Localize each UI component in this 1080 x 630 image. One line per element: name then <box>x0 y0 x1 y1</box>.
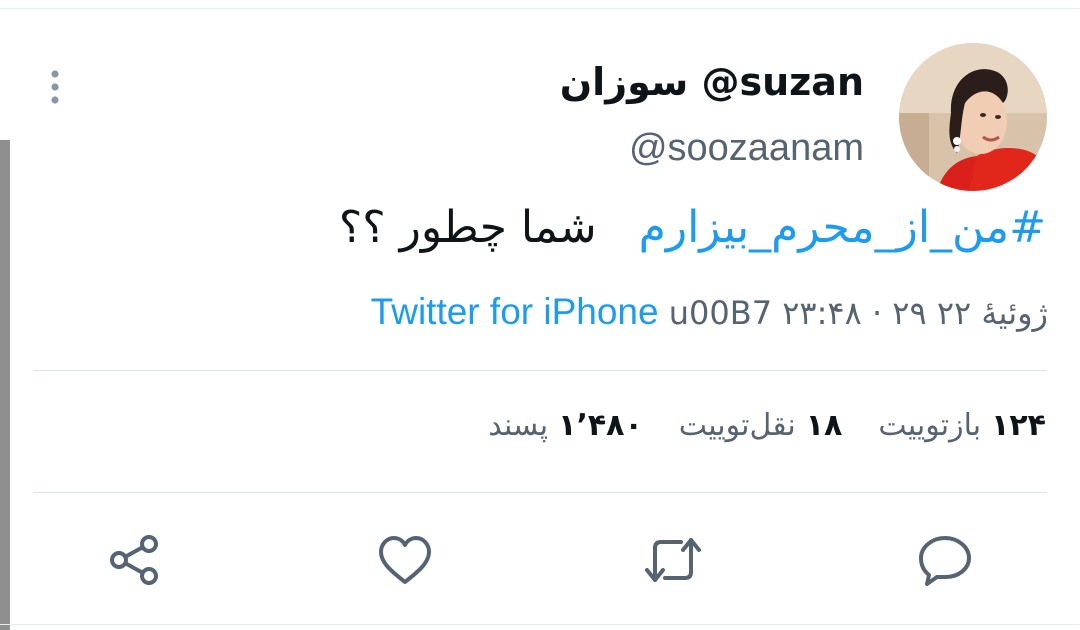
share-button[interactable] <box>105 530 165 590</box>
bottom-border <box>0 624 1080 625</box>
more-options-button[interactable] <box>46 70 64 106</box>
retweets-stat[interactable]: ۱۲۴ بازتوییت <box>878 408 1046 443</box>
separator-text: u00B7 <box>668 294 773 332</box>
reply-button[interactable] <box>915 530 975 590</box>
heart-icon <box>379 536 431 584</box>
avatar-image <box>899 43 1047 191</box>
likes-label: پسند <box>488 408 549 443</box>
tweet-body: شما چطور ؟؟ <box>339 202 625 253</box>
tweet-stats: ۱۲۴ بازتوییت ۱۸ نقل‌توییت ۱٬۴۸۰ پسند <box>488 408 1046 443</box>
reply-icon <box>919 536 971 586</box>
top-border <box>0 8 1080 9</box>
share-icon <box>110 535 158 585</box>
likes-stat[interactable]: ۱٬۴۸۰ پسند <box>488 408 643 443</box>
tweet-timestamp[interactable]: ۲۳:۴۸ · ۲۹ ژوئیهٔ ۲۲ <box>782 294 1048 332</box>
quotes-count: ۱۸ <box>805 408 843 443</box>
like-button[interactable] <box>375 530 435 590</box>
tweet-source-link[interactable]: Twitter for iPhone <box>371 291 659 332</box>
tweet-meta: Twitter for iPhone u00B7 ۲۳:۴۸ · ۲۹ ژوئی… <box>371 290 1048 334</box>
quotes-stat[interactable]: ۱۸ نقل‌توییت <box>679 408 843 443</box>
divider <box>33 370 1047 371</box>
retweets-count: ۱۲۴ <box>991 408 1046 443</box>
likes-count: ۱٬۴۸۰ <box>558 408 643 443</box>
display-name[interactable]: سوزان @suzan <box>560 61 864 104</box>
avatar[interactable] <box>899 43 1047 191</box>
scroll-edge <box>0 140 10 630</box>
tweet-body-text: شما چطور ؟؟ <box>338 202 597 253</box>
retweet-icon <box>645 538 701 582</box>
tweet-text: #من_از_محرم_بیزارم شما چطور ؟؟ <box>339 202 1046 255</box>
quotes-label: نقل‌توییت <box>678 408 796 443</box>
hashtag-link[interactable]: #من_از_محرم_بیزارم <box>639 202 1046 253</box>
retweets-label: بازتوییت <box>878 408 982 443</box>
more-vertical-icon <box>51 70 59 104</box>
retweet-button[interactable] <box>643 530 703 590</box>
divider <box>33 492 1047 493</box>
user-handle[interactable]: @soozaanam <box>629 127 864 170</box>
